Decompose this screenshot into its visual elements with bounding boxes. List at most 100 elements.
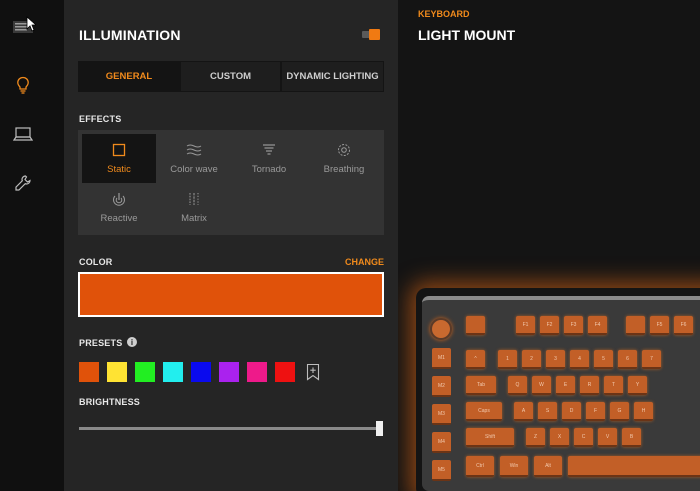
add-preset-icon[interactable] [305,362,321,382]
brightness-label: BRIGHTNESS [79,397,141,407]
effect-matrix[interactable]: Matrix [157,183,231,232]
keyboard-key: 1 [498,350,517,369]
keyboard-key: A [514,402,533,421]
effect-static[interactable]: Static [82,134,156,183]
keyboard-key: G [610,402,629,421]
effect-label: Reactive [100,213,138,224]
keyboard-key [466,316,485,335]
effect-label: Tornado [251,164,287,175]
effect-label: Breathing [323,164,365,175]
keyboard-key: 7 [642,350,661,369]
keyboard-key: F4 [588,316,607,335]
tab-general[interactable]: GENERAL [79,62,179,91]
keyboard-key: 4 [570,350,589,369]
keyboard-key: V [598,428,617,447]
preset-color-swatch[interactable] [219,362,239,382]
keyboard-key: F2 [540,316,559,335]
preset-color-swatch[interactable] [79,362,99,382]
preset-color-swatch[interactable] [275,362,295,382]
keyboard-key: M4 [432,432,451,453]
effect-label: Static [107,164,131,175]
wave-icon [186,142,202,158]
keyboard-key: F6 [674,316,693,335]
effect-reactive[interactable]: Reactive [82,183,156,232]
keyboard-key: 3 [546,350,565,369]
change-color-button[interactable]: CHANGE [345,257,384,267]
effects-grid: Static Color wave Tornado Breathing Reac… [78,130,384,235]
device-name: LIGHT MOUNT [418,27,516,43]
effect-breathing[interactable]: Breathing [307,134,381,183]
square-icon [112,142,126,158]
keyboard-key: Tab [466,376,496,395]
keyboard-key: E [556,376,575,395]
preset-color-swatch[interactable] [191,362,211,382]
keyboard-key: M5 [432,460,451,481]
keyboard-key: Alt [534,456,562,477]
keyboard-key: H [634,402,653,421]
keyboard-key: Caps [466,402,502,421]
toggle-knob [369,29,380,40]
preset-color-swatch[interactable] [247,362,267,382]
keyboard-key: F [586,402,605,421]
effect-label: Color wave [170,164,218,175]
preset-color-swatch[interactable] [163,362,183,382]
volume-knob [430,318,452,340]
keyboard-key: Y [628,376,647,395]
info-icon[interactable]: i [127,337,137,347]
preset-color-swatch[interactable] [107,362,127,382]
effect-tornado[interactable]: Tornado [232,134,306,183]
keyboard-key: 2 [522,350,541,369]
effect-label: Matrix [181,213,207,224]
wrench-icon[interactable] [10,170,36,196]
presets-label: PRESETS [79,338,123,348]
keyboard-key: Q [508,376,527,395]
tab-dynamic-lighting[interactable]: DYNAMIC LIGHTING [282,62,383,91]
keyboard-key: 5 [594,350,613,369]
laptop-icon[interactable] [10,121,36,147]
keyboard-key: Win [500,456,528,477]
keyboard-image: F1 F2 F3 F4 F5 F6 M1 M2 M3 M4 M5 ^ 1 2 3 4 5 6 7 Tab Q W E R T Y C… [422,296,700,491]
cursor-icon [26,16,36,32]
effect-color-wave[interactable]: Color wave [157,134,231,183]
preset-color-swatch[interactable] [135,362,155,382]
tornado-icon [262,142,276,158]
matrix-icon [187,191,201,207]
lightbulb-icon[interactable] [10,72,36,98]
effects-label: EFFECTS [79,114,122,124]
illumination-toggle[interactable] [362,29,380,40]
keyboard-key: X [550,428,569,447]
keyboard-key: Ctrl [466,456,494,477]
keyboard-key: W [532,376,551,395]
keyboard-key: M2 [432,376,451,397]
tab-custom[interactable]: CUSTOM [181,62,280,91]
keyboard-key: F3 [564,316,583,335]
device-preview: KEYBOARD LIGHT MOUNT F1 F2 F3 F4 F5 F6 M1 M2 M3 M… [398,0,700,491]
brightness-slider-track[interactable] [79,427,381,430]
keyboard-key [626,316,645,335]
keyboard-key: Shift [466,428,514,447]
keyboard-key: F5 [650,316,669,335]
tab-bar: GENERAL CUSTOM DYNAMIC LIGHTING [78,61,384,92]
brightness-slider-thumb[interactable] [376,421,383,436]
keyboard-key: C [574,428,593,447]
keyboard-key: S [538,402,557,421]
keyboard-key: F1 [516,316,535,335]
keyboard-key: R [580,376,599,395]
breathing-icon [337,142,351,158]
keyboard-key: B [622,428,641,447]
reactive-icon [112,191,126,207]
keyboard-key: M1 [432,348,451,369]
current-color-swatch[interactable] [78,272,384,317]
nav-rail [0,0,64,491]
panel-title: ILLUMINATION [79,27,181,43]
device-category: KEYBOARD [418,9,470,19]
keyboard-key: ^ [466,350,485,369]
keyboard-key: 6 [618,350,637,369]
keyboard-key: Z [526,428,545,447]
keyboard-key: D [562,402,581,421]
illumination-panel: ILLUMINATION GENERAL CUSTOM DYNAMIC LIGH… [64,0,398,491]
keyboard-key [568,456,700,477]
color-label: COLOR [79,257,113,267]
keyboard-key: M3 [432,404,451,425]
preset-colors [79,362,321,382]
